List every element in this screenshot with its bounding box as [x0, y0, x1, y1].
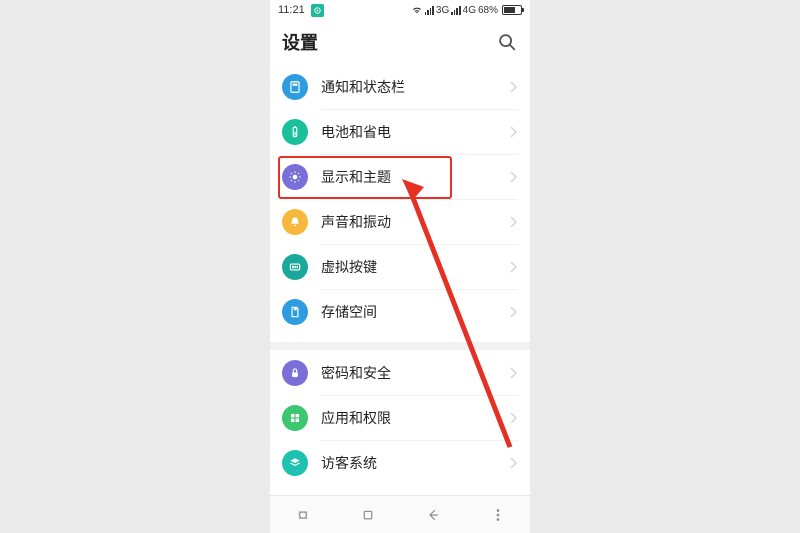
- settings-group-2: 密码和安全 应用和权限 访客系统: [270, 350, 530, 485]
- security-icon: [282, 360, 308, 386]
- notifications-icon: [282, 74, 308, 100]
- nav-home-icon[interactable]: [359, 506, 377, 524]
- storage-icon: [282, 299, 308, 325]
- row-label: 显示和主题: [321, 167, 510, 187]
- status-bar: 11:21 3G 4G 68%: [270, 0, 530, 20]
- wifi-icon: [411, 4, 423, 16]
- chevron-right-icon: [510, 81, 518, 93]
- nav-recent-icon[interactable]: [294, 506, 312, 524]
- guest-icon: [282, 450, 308, 476]
- battery-icon: [502, 5, 522, 15]
- nav-menu-icon[interactable]: [489, 506, 507, 524]
- row-apps[interactable]: 应用和权限: [270, 395, 530, 440]
- group-separator: [270, 342, 530, 350]
- signal-4g-icon: [451, 6, 460, 15]
- row-guest[interactable]: 访客系统: [270, 440, 530, 485]
- row-notifications[interactable]: 通知和状态栏: [270, 64, 530, 109]
- row-label: 访客系统: [321, 453, 510, 473]
- signal-4g-label: 4G: [463, 5, 476, 16]
- row-label: 通知和状态栏: [321, 77, 510, 97]
- row-navkeys[interactable]: 虚拟按键: [270, 244, 530, 289]
- battery-row-icon: [282, 119, 308, 145]
- display-icon: [282, 164, 308, 190]
- chevron-right-icon: [510, 412, 518, 424]
- row-security[interactable]: 密码和安全: [270, 350, 530, 395]
- row-label: 声音和振动: [321, 212, 510, 232]
- nav-back-icon[interactable]: [424, 506, 442, 524]
- apps-icon: [282, 405, 308, 431]
- row-label: 密码和安全: [321, 363, 510, 383]
- row-label: 应用和权限: [321, 408, 510, 428]
- status-right: 3G 4G 68%: [411, 4, 522, 16]
- phone-screen: 11:21 3G 4G 68% 设置 通知和状态栏 电池和省电: [270, 0, 530, 533]
- chevron-right-icon: [510, 171, 518, 183]
- system-navbar: [270, 495, 530, 533]
- signal-3g-icon: [425, 6, 434, 15]
- chevron-right-icon: [510, 216, 518, 228]
- row-battery[interactable]: 电池和省电: [270, 109, 530, 154]
- status-app-icon: [311, 4, 324, 17]
- header: 设置: [270, 20, 530, 64]
- page-title: 设置: [282, 29, 496, 55]
- navkeys-icon: [282, 254, 308, 280]
- search-icon[interactable]: [496, 31, 518, 53]
- battery-pct: 68%: [478, 5, 498, 16]
- chevron-right-icon: [510, 457, 518, 469]
- status-time: 11:21: [278, 4, 305, 16]
- row-label: 电池和省电: [321, 122, 510, 142]
- settings-group-1: 通知和状态栏 电池和省电 显示和主题 声音和振动 虚拟按键 存储空间: [270, 64, 530, 334]
- row-label: 虚拟按键: [321, 257, 510, 277]
- sound-icon: [282, 209, 308, 235]
- signal-3g-label: 3G: [436, 5, 449, 16]
- row-storage[interactable]: 存储空间: [270, 289, 530, 334]
- chevron-right-icon: [510, 261, 518, 273]
- chevron-right-icon: [510, 367, 518, 379]
- chevron-right-icon: [510, 306, 518, 318]
- row-sound[interactable]: 声音和振动: [270, 199, 530, 244]
- chevron-right-icon: [510, 126, 518, 138]
- row-display[interactable]: 显示和主题: [270, 154, 530, 199]
- row-label: 存储空间: [321, 302, 510, 322]
